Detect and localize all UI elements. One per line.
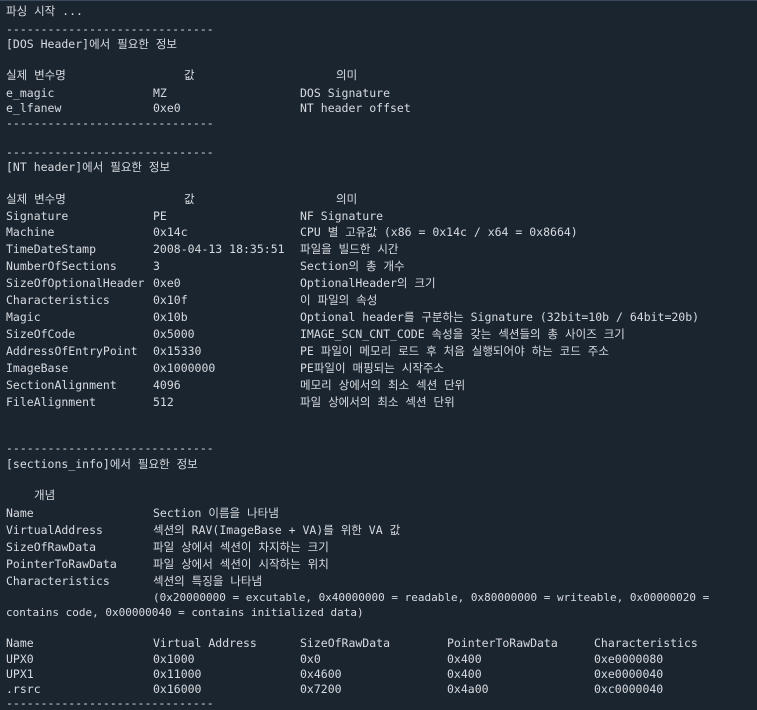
concept-row-name: PointerToRawData [6, 557, 117, 571]
nt-row-meaning: PE 파일이 메모리 로드 후 처음 실행되어야 하는 코드 주소 [300, 344, 609, 358]
section-table-cell: 0x4600 [300, 667, 342, 681]
concept-row-meaning: 파일 상에서 섹션이 시작하는 위치 [153, 557, 329, 571]
section-table-cell: 0xc0000040 [594, 682, 664, 696]
nt-row-name: ImageBase [6, 361, 69, 375]
characteristics-note: (0x20000000 = excutable, 0x40000000 = re… [153, 591, 710, 604]
section-table-cell: 0x1000 [153, 652, 195, 666]
nt-row-name: SizeOfCode [6, 327, 76, 341]
nt-row-name: Characteristics [6, 293, 110, 307]
nt-row-meaning: Section의 총 개수 [300, 259, 405, 273]
nt-row-value: 2008-04-13 18:35:51 [153, 242, 285, 256]
nt-row-meaning: 이 파일의 속성 [300, 293, 378, 307]
divider: ------------------------------ [6, 145, 214, 159]
parse-start-line: 파싱 시작 ... [6, 4, 83, 18]
nt-row-value: 0x15330 [153, 344, 202, 358]
section-table-header: PointerToRawData [447, 636, 558, 650]
nt-row-value: 0x5000 [153, 327, 195, 341]
dos-section-title: [DOS Header]에서 필요한 정보 [6, 37, 177, 51]
divider: ------------------------------ [6, 696, 214, 710]
section-table-header: Characteristics [594, 636, 698, 650]
dos-header-name: 실제 변수명 [6, 68, 66, 82]
concept-row-meaning: 파일 상에서 섹션이 차지하는 크기 [153, 540, 329, 554]
concept-row-name: Name [6, 506, 34, 520]
nt-header-meaning: 의미 [336, 192, 358, 206]
nt-row-value: 0x14c [153, 225, 188, 239]
nt-row-name: SectionAlignment [6, 378, 117, 392]
section-table-cell: UPX1 [6, 667, 34, 681]
nt-row-name: NumberOfSections [6, 259, 117, 273]
nt-row-meaning: 파일 상에서의 최소 섹션 단위 [300, 395, 455, 409]
section-table-cell: .rsrc [6, 682, 41, 696]
nt-row-name: FileAlignment [6, 395, 97, 409]
nt-row-value: 3 [153, 259, 160, 273]
nt-row-name: SizeOfOptionalHeader [6, 276, 145, 290]
nt-row-name: Magic [6, 310, 41, 324]
nt-row-name: Machine [6, 225, 55, 239]
nt-row-value: 4096 [153, 378, 181, 392]
divider: ------------------------------ [6, 116, 214, 130]
nt-row-meaning: 파일을 빌드한 시간 [300, 242, 399, 256]
nt-row-meaning: NF Signature [300, 209, 384, 223]
nt-header-value: 값 [184, 192, 195, 206]
dos-row-name: e_magic [6, 86, 55, 100]
concept-row-name: VirtualAddress [6, 523, 103, 537]
dos-header-value: 값 [184, 68, 195, 82]
divider: ------------------------------ [6, 441, 214, 455]
nt-row-meaning: PE파일이 매핑되는 시작주소 [300, 361, 445, 375]
nt-row-name: TimeDateStamp [6, 242, 97, 256]
terminal-output[interactable]: 파싱 시작 ... ------------------------------… [0, 0, 757, 710]
section-table-cell: 0x4a00 [447, 682, 489, 696]
concept-row-meaning: 섹션의 특징을 나타냄 [153, 574, 263, 588]
section-table-cell: 0x0 [300, 652, 321, 666]
nt-row-meaning: OptionalHeader의 크기 [300, 276, 436, 290]
nt-row-value: 0x10f [153, 293, 188, 307]
nt-row-value: 0xe0 [153, 276, 181, 290]
nt-row-name: AddressOfEntryPoint [6, 344, 138, 358]
characteristics-note: contains code, 0x00000040 = contains ini… [6, 606, 364, 619]
nt-row-value: 512 [153, 395, 174, 409]
section-table-cell: 0x11000 [153, 667, 202, 681]
nt-row-meaning: CPU 별 고유값 (x86 = 0x14c / x64 = 0x8664) [300, 225, 578, 239]
nt-row-name: Signature [6, 209, 69, 223]
section-table-header: Virtual Address [153, 636, 257, 650]
dos-row-name: e_lfanew [6, 101, 62, 115]
nt-row-meaning: IMAGE_SCN_CNT_CODE 속성을 갖는 섹션들의 총 사이즈 크기 [300, 327, 625, 341]
section-table-cell: 0xe0000080 [594, 652, 664, 666]
nt-row-value: 0x1000000 [153, 361, 216, 375]
dos-row-meaning: DOS Signature [300, 86, 391, 100]
section-table-header: SizeOfRawData [300, 636, 391, 650]
dos-row-value: MZ [153, 86, 167, 100]
dos-header-meaning: 의미 [336, 68, 358, 82]
concept-row-name: SizeOfRawData [6, 540, 97, 554]
nt-row-value: PE [153, 209, 167, 223]
concept-row-meaning: 섹션의 RAV(ImageBase + VA)를 위한 VA 값 [153, 523, 401, 537]
concept-heading: 개념 [34, 488, 56, 502]
divider: ------------------------------ [6, 22, 214, 36]
section-table-cell: 0x16000 [153, 682, 202, 696]
dos-row-meaning: NT header offset [300, 101, 411, 115]
nt-row-meaning: 메모리 상에서의 최소 섹션 단위 [300, 378, 466, 392]
section-table-header: Name [6, 636, 34, 650]
section-table-cell: UPX0 [6, 652, 34, 666]
nt-row-meaning: Optional header를 구분하는 Signature (32bit=1… [300, 310, 700, 324]
section-table-cell: 0x7200 [300, 682, 342, 696]
section-table-cell: 0x400 [447, 667, 482, 681]
nt-header-name: 실제 변수명 [6, 192, 66, 206]
concept-row-name: Characteristics [6, 574, 110, 588]
sections-title: [sections_info]에서 필요한 정보 [6, 457, 198, 471]
concept-row-meaning: Section 이름을 나타냄 [153, 506, 279, 520]
section-table-cell: 0xe0000040 [594, 667, 664, 681]
dos-row-value: 0xe0 [153, 101, 181, 115]
nt-section-title: [NT header]에서 필요한 정보 [6, 160, 171, 174]
section-table-cell: 0x400 [447, 652, 482, 666]
nt-row-value: 0x10b [153, 310, 188, 324]
